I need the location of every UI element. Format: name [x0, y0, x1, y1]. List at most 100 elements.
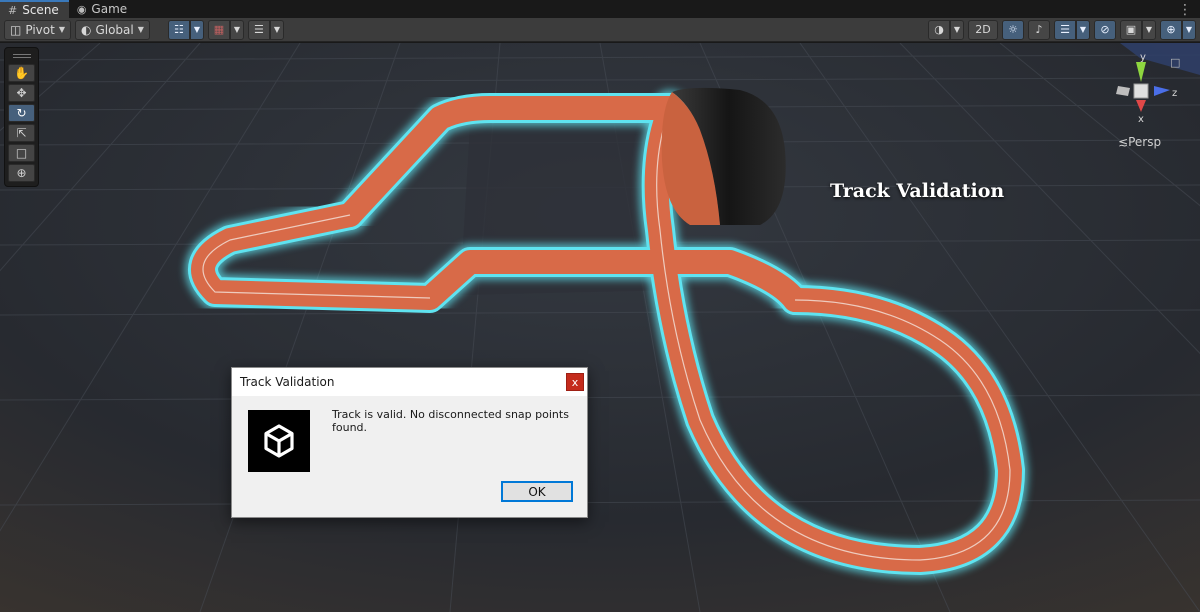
gizmo-z-cone[interactable]: [1154, 86, 1170, 96]
camera-menu-button[interactable]: ▼: [1142, 19, 1156, 40]
ruler-group: ☰ ▼: [247, 19, 284, 40]
perspective-icon: ≲: [1118, 135, 1129, 149]
gizmo-y-cone[interactable]: [1136, 62, 1146, 82]
grid-snap-group: ☷ ▼: [167, 19, 204, 40]
palette-grip[interactable]: [8, 50, 35, 62]
scene-overlay-title: Track Validation: [830, 180, 1005, 202]
gizmos-menu-button[interactable]: ▼: [1182, 19, 1196, 40]
speaker-mute-icon: ♪: [1035, 23, 1043, 36]
more-options-icon[interactable]: ⋮: [1178, 2, 1200, 18]
chevron-down-icon: ▼: [58, 25, 65, 34]
shading-sphere-icon: ◑: [934, 23, 944, 36]
scale-tool-button[interactable]: ⇱: [8, 124, 35, 142]
hidden-objects-button[interactable]: ⊘: [1094, 19, 1116, 40]
gizmo-axis-z-label: z: [1172, 88, 1177, 99]
global-dropdown[interactable]: ◐ Global ▼: [74, 19, 150, 40]
scene-toolbar: ◫ Pivot ▼ ◐ Global ▼ ☷ ▼ ▦ ▼ ☰ ▼ ◑ ▼ 2D …: [0, 18, 1200, 42]
gizmo-globe-icon: ⊕: [1166, 23, 1176, 36]
tool-palette: ✋ ✥ ↻ ⇱ □ ⊕: [4, 47, 39, 187]
ok-button[interactable]: OK: [501, 481, 573, 502]
gizmo-x-cone[interactable]: [1136, 100, 1146, 112]
gizmos-group: ⊕ ▼: [1160, 19, 1196, 40]
globe-icon: ◐: [80, 22, 92, 37]
tab-game[interactable]: ◉ Game: [69, 0, 137, 18]
grid-snap-menu-button[interactable]: ▼: [189, 19, 204, 40]
chevron-down-icon: ▼: [193, 25, 200, 34]
track-validation-dialog: Track Validation x Track is valid. No di…: [231, 367, 588, 518]
increment-snap-icon: ▦: [213, 23, 225, 36]
dialog-close-button[interactable]: x: [566, 373, 584, 391]
gizmo-neg-x-cone[interactable]: [1116, 86, 1130, 96]
layers-icon: ☰: [1060, 23, 1070, 36]
track-loop: [661, 87, 786, 226]
grid-snap-icon: ☷: [173, 23, 184, 36]
ruler-icon: ☰: [253, 23, 264, 36]
tab-scene-label: Scene: [22, 3, 59, 17]
chevron-down-icon: ▼: [1145, 25, 1153, 34]
scene-viewport[interactable]: [0, 43, 1200, 612]
camera-icon: ▣: [1125, 23, 1137, 36]
dialog-title: Track Validation: [240, 375, 335, 389]
shading-mode-button[interactable]: ◑: [928, 19, 950, 40]
pivot-icon: ◫: [10, 22, 22, 37]
gizmo-center-cube[interactable]: [1133, 83, 1149, 99]
mode-2d-label: 2D: [975, 23, 991, 36]
rect-transform-icon: □: [15, 146, 28, 160]
pivot-label: Pivot: [25, 22, 55, 37]
camera-group: ▣ ▼: [1120, 19, 1156, 40]
rotate-icon: ↻: [16, 106, 27, 120]
increment-snap-button[interactable]: ▦: [207, 19, 230, 40]
pivot-dropdown[interactable]: ◫ Pivot ▼: [4, 19, 71, 40]
audio-toggle-button[interactable]: ♪: [1028, 19, 1050, 40]
rotate-tool-button[interactable]: ↻: [8, 104, 35, 122]
effects-menu-button[interactable]: ▼: [1076, 19, 1090, 40]
grid-icon: #: [8, 3, 18, 17]
ruler-button[interactable]: ☰: [247, 19, 270, 40]
hand-tool-button[interactable]: ✋: [8, 64, 35, 82]
gizmo-axis-x-label: x: [1138, 114, 1144, 125]
effects-group: ☰ ▼: [1054, 19, 1090, 40]
tab-game-label: Game: [91, 2, 128, 16]
shading-mode-group: ◑ ▼: [928, 19, 964, 40]
ruler-menu-button[interactable]: ▼: [269, 19, 284, 40]
transform-icon: ⊕: [16, 166, 27, 180]
lightbulb-icon: ☼: [1008, 23, 1018, 36]
projection-label: Persp: [1128, 135, 1162, 149]
close-icon: x: [571, 375, 579, 389]
gizmo-axis-y-label: y: [1140, 52, 1146, 63]
grid-snap-button[interactable]: ☷: [167, 19, 190, 40]
eye-slash-icon: ⊘: [1100, 23, 1110, 36]
unity-cube-icon: [264, 424, 294, 458]
chevron-down-icon: ▼: [233, 25, 240, 34]
move-arrows-icon: ✥: [16, 86, 27, 100]
hand-icon: ✋: [14, 66, 29, 80]
chevron-down-icon: ▼: [137, 25, 144, 34]
chevron-down-icon: ▼: [953, 25, 961, 34]
chevron-down-icon: ▼: [273, 25, 280, 34]
chevron-down-icon: ▼: [1185, 25, 1193, 34]
dialog-message: Track is valid. No disconnected snap poi…: [332, 408, 569, 434]
lock-icon[interactable]: □: [1170, 56, 1180, 69]
shading-mode-menu-button[interactable]: ▼: [950, 19, 964, 40]
move-tool-button[interactable]: ✥: [8, 84, 35, 102]
camera-button[interactable]: ▣: [1120, 19, 1142, 40]
increment-snap-group: ▦ ▼: [207, 19, 244, 40]
dialog-titlebar[interactable]: Track Validation x: [232, 368, 587, 396]
mode-2d-button[interactable]: 2D: [968, 19, 998, 40]
increment-snap-menu-button[interactable]: ▼: [229, 19, 244, 40]
projection-toggle[interactable]: ≲Persp: [1118, 135, 1161, 149]
scene-render: [0, 43, 1200, 612]
tab-scene[interactable]: # Scene: [0, 0, 69, 18]
ok-button-label: OK: [528, 484, 546, 499]
gizmos-button[interactable]: ⊕: [1160, 19, 1182, 40]
effects-button[interactable]: ☰: [1054, 19, 1076, 40]
global-label: Global: [95, 22, 134, 37]
lighting-toggle-button[interactable]: ☼: [1002, 19, 1024, 40]
chevron-down-icon: ▼: [1079, 25, 1087, 34]
rect-tool-button[interactable]: □: [8, 144, 35, 162]
transform-tool-button[interactable]: ⊕: [8, 164, 35, 182]
window-tab-bar: # Scene ◉ Game ⋮: [0, 0, 1200, 18]
scale-icon: ⇱: [16, 126, 27, 140]
unity-logo-icon: [248, 410, 310, 472]
gamepad-icon: ◉: [76, 2, 87, 16]
